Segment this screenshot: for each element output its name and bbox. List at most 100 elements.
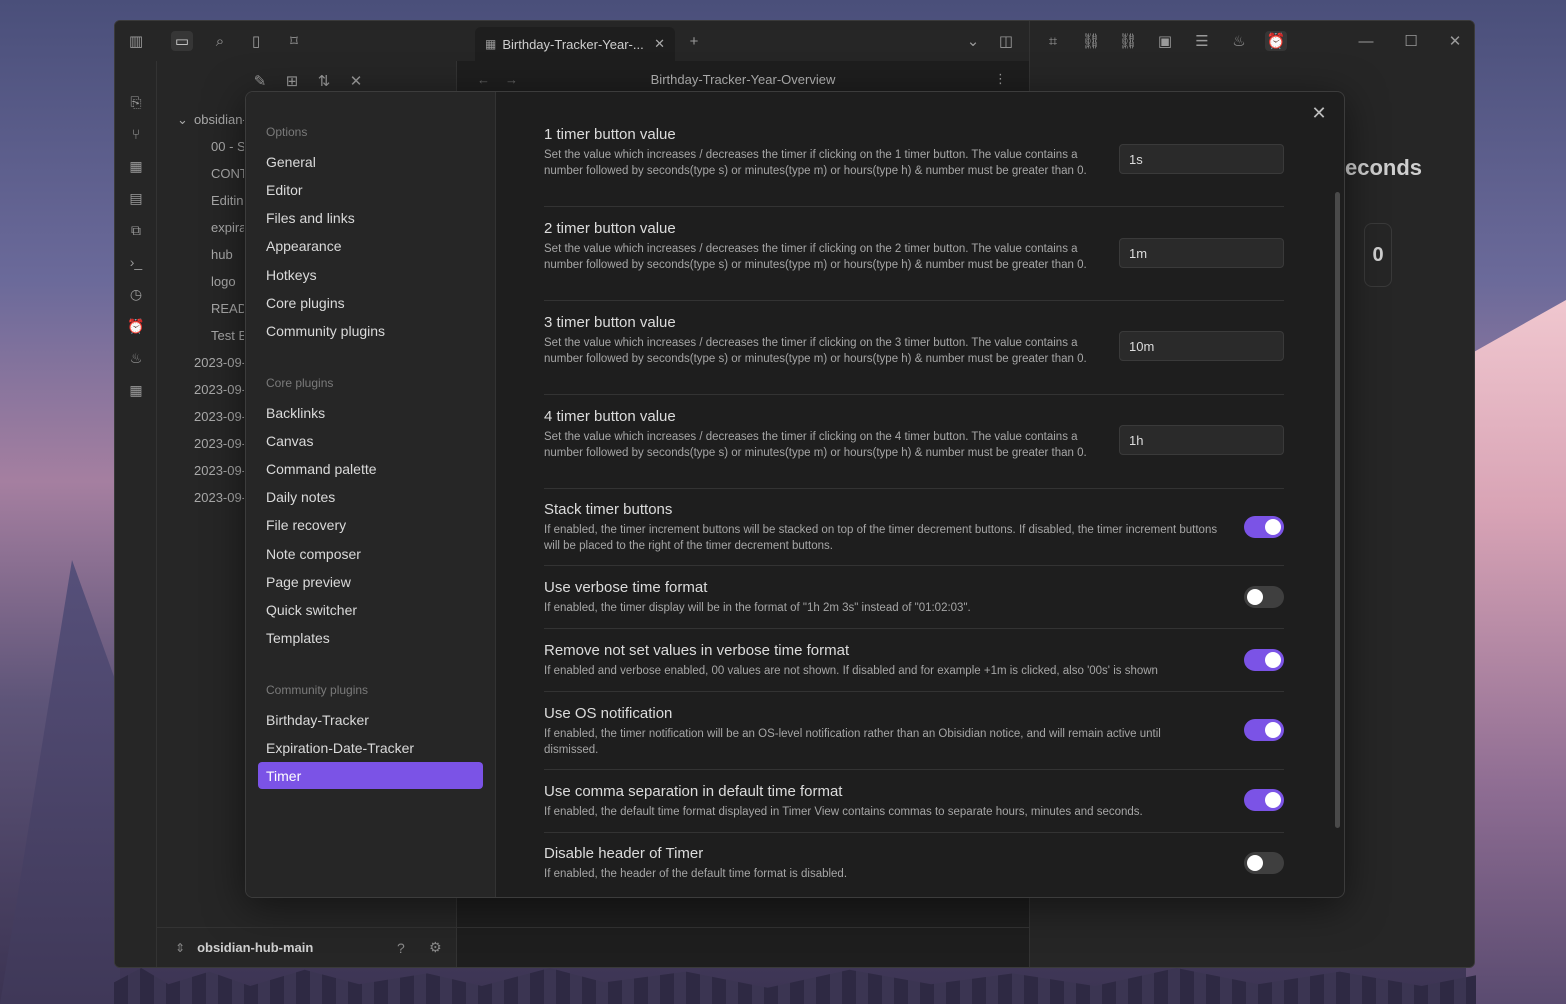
nav-core-plugins[interactable]: Core plugins	[258, 289, 483, 316]
nav-file-recovery[interactable]: File recovery	[258, 511, 483, 538]
wallpaper-trees	[114, 968, 1476, 1004]
new-tab-icon[interactable]: +	[683, 31, 705, 51]
tree-item[interactable]: 2023-09-	[194, 382, 244, 397]
setting-name: Use comma separation in default time for…	[544, 783, 843, 800]
sort-icon[interactable]: ⇅	[313, 71, 335, 91]
nav-quick-switcher[interactable]: Quick switcher	[258, 596, 483, 623]
gear-icon[interactable]: ⚙	[429, 939, 442, 956]
tab-birthday-tracker[interactable]: ▦ Birthday-Tracker-Year-... ✕	[475, 27, 675, 61]
bookmark-icon[interactable]: ⌑	[283, 31, 305, 51]
note-title: Birthday-Tracker-Year-Overview	[650, 71, 836, 87]
nav-page-preview[interactable]: Page preview	[258, 568, 483, 595]
tree-item[interactable]: expira	[211, 220, 244, 235]
timer-button-2-input[interactable]	[1119, 238, 1284, 268]
minimize-icon[interactable]: —	[1355, 31, 1377, 51]
search-icon[interactable]: ⌕	[209, 31, 231, 51]
cake-icon[interactable]: ♨	[1228, 31, 1250, 51]
more-options-icon[interactable]: ⋮	[994, 71, 1007, 87]
tree-item[interactable]: Test B	[211, 328, 244, 343]
stack-timer-buttons-toggle[interactable]	[1244, 516, 1284, 538]
timer-button-4-input[interactable]	[1119, 425, 1284, 455]
timer-icon[interactable]: ◷	[127, 285, 145, 303]
nav-general[interactable]: General	[258, 148, 483, 175]
setting-desc: If enabled, the default time format disp…	[544, 806, 1143, 818]
forward-icon[interactable]: →	[505, 72, 518, 87]
back-icon[interactable]: ←	[477, 72, 490, 87]
tree-item[interactable]: logo	[211, 274, 244, 289]
os-notification-toggle[interactable]	[1244, 719, 1284, 741]
chevron-down-icon[interactable]: ⌄	[177, 112, 188, 128]
nav-community-plugins[interactable]: Community plugins	[258, 317, 483, 344]
disable-header-toggle[interactable]	[1244, 852, 1284, 874]
tree-item[interactable]: READI	[211, 301, 244, 316]
outgoing-links-icon[interactable]: ⛓	[1117, 31, 1139, 51]
settings-scrollbar[interactable]	[1335, 192, 1340, 828]
nav-birthday-tracker[interactable]: Birthday-Tracker	[258, 706, 483, 733]
calendar-icon[interactable]: ▦	[127, 381, 145, 399]
terminal-icon[interactable]: ›_	[127, 253, 145, 271]
nav-hotkeys[interactable]: Hotkeys	[258, 261, 483, 288]
close-icon[interactable]: ✕	[1308, 102, 1330, 124]
nav-canvas[interactable]: Canvas	[258, 427, 483, 454]
maximize-icon[interactable]: ☐	[1400, 31, 1422, 51]
nav-appearance[interactable]: Appearance	[258, 232, 483, 259]
close-tab-icon[interactable]: ✕	[654, 36, 665, 52]
daily-note-icon[interactable]: ▤	[127, 189, 145, 207]
file-icon[interactable]: ▯	[245, 31, 267, 51]
remove-not-set-values-toggle[interactable]	[1244, 649, 1284, 671]
nav-timer[interactable]: Timer	[258, 762, 483, 789]
comma-separation-toggle[interactable]	[1244, 789, 1284, 811]
tree-item[interactable]: Editing	[211, 193, 244, 208]
setting-desc: Set the value which increases / decrease…	[544, 149, 1087, 177]
nav-daily-notes[interactable]: Daily notes	[258, 483, 483, 510]
settings-modal: Options General Editor Files and links A…	[245, 91, 1345, 898]
verbose-time-format-toggle[interactable]	[1244, 586, 1284, 608]
tree-item[interactable]: 2023-09-	[194, 355, 244, 370]
tree-item[interactable]: CONT	[211, 166, 244, 181]
archive-icon[interactable]: ▣	[1154, 31, 1176, 51]
alarm-icon[interactable]: ⏰	[127, 317, 145, 335]
setting-desc: If enabled, the timer notification will …	[544, 728, 1161, 756]
timer-button-1-input[interactable]	[1119, 144, 1284, 174]
timer-digit-box: 0	[1364, 223, 1392, 287]
templates-icon[interactable]: ⧉	[127, 221, 145, 239]
folder-root[interactable]: obsidian-	[194, 112, 244, 127]
cake-icon[interactable]: ♨	[127, 349, 145, 367]
vault-name: obsidian-hub-main	[197, 940, 314, 955]
nav-editor[interactable]: Editor	[258, 176, 483, 203]
nav-files-and-links[interactable]: Files and links	[258, 204, 483, 231]
canvas-icon[interactable]: ▦	[127, 157, 145, 175]
outline-icon[interactable]: ☰	[1191, 31, 1213, 51]
graph-icon[interactable]: ⑂	[127, 125, 145, 143]
tree-item[interactable]: 2023-09-	[194, 463, 244, 478]
help-icon[interactable]: ?	[397, 940, 405, 956]
folder-icon[interactable]: ▭	[171, 31, 193, 51]
tree-item[interactable]: hub	[211, 247, 244, 262]
alarm-icon[interactable]: ⏰	[1265, 31, 1287, 51]
timer-digit: 0	[1372, 243, 1384, 266]
setting-name: 1 timer button value	[544, 126, 676, 143]
nav-templates[interactable]: Templates	[258, 624, 483, 651]
nav-note-composer[interactable]: Note composer	[258, 540, 483, 567]
nav-command-palette[interactable]: Command palette	[258, 455, 483, 482]
close-window-icon[interactable]: ✕	[1444, 31, 1466, 51]
collapse-all-icon[interactable]: ✕	[345, 71, 367, 91]
new-folder-icon[interactable]: ⊞	[281, 71, 303, 91]
chevron-down-icon[interactable]: ⌄	[962, 31, 984, 51]
tags-icon[interactable]: ⌗	[1042, 31, 1064, 51]
sidebar-toggle-icon[interactable]: ▥	[125, 31, 147, 51]
settings-content: 1 timer button value Set the value which…	[544, 92, 1284, 897]
setting-desc: Set the value which increases / decrease…	[544, 243, 1087, 271]
open-file-icon[interactable]: ⎘	[127, 93, 145, 111]
tree-item[interactable]: 00 - St	[211, 139, 244, 154]
timer-button-3-input[interactable]	[1119, 331, 1284, 361]
nav-backlinks[interactable]: Backlinks	[258, 399, 483, 426]
tree-item[interactable]: 2023-09-	[194, 436, 244, 451]
chevron-updown-icon: ⇕	[175, 940, 186, 955]
tree-item[interactable]: 2023-09-	[194, 409, 244, 424]
nav-expiration-date-tracker[interactable]: Expiration-Date-Tracker	[258, 734, 483, 761]
tree-item[interactable]: 2023-09-	[194, 490, 244, 505]
backlinks-icon[interactable]: ⛓	[1080, 31, 1102, 51]
split-pane-icon[interactable]: ◫	[995, 31, 1017, 51]
new-note-icon[interactable]: ✎	[249, 71, 271, 91]
